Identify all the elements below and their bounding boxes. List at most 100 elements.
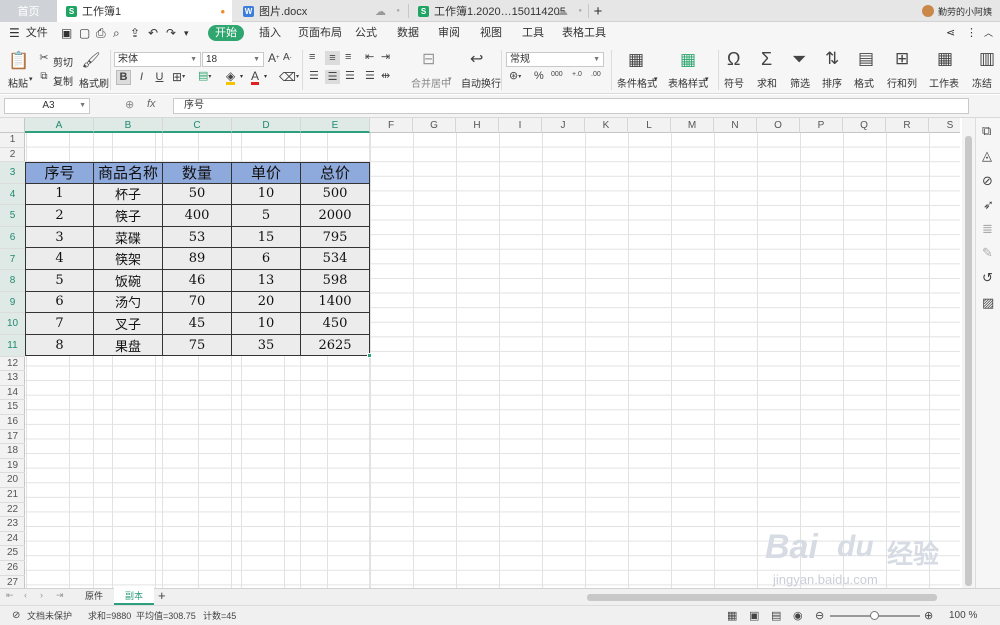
zoom-level[interactable]: 100 % [949,606,977,625]
decrease-decimal-button[interactable]: .00 [591,71,601,78]
row-header-26[interactable]: 26 [0,561,25,576]
format-icon[interactable]: ▤ [858,50,874,67]
freeze-label[interactable]: 冻结 [972,75,992,90]
cell-seq[interactable]: 5 [25,270,94,292]
cut-label[interactable]: 剪切 [53,54,73,69]
column-header-m[interactable]: M [671,118,714,133]
column-header-q[interactable]: Q [843,118,886,133]
thousands-button[interactable]: 000 [551,71,563,78]
cell-unit-price[interactable]: 6 [232,248,301,270]
row-header-13[interactable]: 13 [0,371,25,386]
collapse-ribbon-icon[interactable]: ︿ [984,22,993,44]
row-header-3[interactable]: 3 [0,162,25,184]
print-icon[interactable]: ⎙ [96,22,106,44]
sum-label[interactable]: 求和 [757,75,777,90]
paste-label[interactable]: 粘贴 [8,75,28,90]
first-sheet-icon[interactable]: ⇤ [6,591,14,600]
row-header-6[interactable]: 6 [0,227,25,249]
cell-quantity[interactable]: 89 [163,248,232,270]
indent-decrease-icon[interactable]: ⇤ [365,52,374,63]
name-box[interactable]: A3 ▼ [4,98,90,114]
tab-workbook1[interactable]: S 工作簿1 • [57,0,232,22]
cell-quantity[interactable]: 46 [163,270,232,292]
number-format-select[interactable]: 常规 ▼ [506,52,604,67]
justify-icon[interactable]: ☰ [365,71,375,82]
prev-sheet-icon[interactable]: ‹ [24,591,27,600]
row-header-9[interactable]: 9 [0,291,25,314]
align-bottom-icon[interactable]: ≡ [345,52,351,63]
font-size-select[interactable]: 18 ▼ [202,52,264,67]
cell-quantity[interactable]: 70 [163,291,232,314]
header-cell-unit-price[interactable]: 单价 [232,162,301,184]
open-icon[interactable]: ▢ [79,22,90,44]
row-header-16[interactable]: 16 [0,415,25,430]
cell-product-name[interactable]: 果盘 [94,334,163,357]
column-header-f[interactable]: F [370,118,413,133]
column-header-i[interactable]: I [499,118,542,133]
add-sheet-button[interactable]: + [158,589,166,602]
undo-icon[interactable]: ↶ [148,22,158,44]
select-cursor-icon[interactable]: ➶ [983,198,994,211]
conditional-format-label[interactable]: 条件格式 [617,75,657,90]
increase-font-icon[interactable]: A + [268,52,280,64]
column-header-b[interactable]: B [94,118,163,133]
row-header-12[interactable]: 12 [0,357,25,372]
dropdown-icon[interactable]: ▾ [705,75,709,83]
copy-label[interactable]: 复制 [53,73,73,88]
column-header-l[interactable]: L [628,118,671,133]
row-header-5[interactable]: 5 [0,205,25,227]
cell-quantity[interactable]: 50 [163,183,232,206]
conditional-format-icon[interactable]: ▦ [628,51,644,68]
cell-seq[interactable]: 8 [25,334,94,357]
cell-seq[interactable]: 2 [25,205,94,227]
sort-icon[interactable]: ⇅ [825,50,839,67]
cell-total[interactable]: 2625 [301,334,370,357]
decrease-font-icon[interactable]: A- [283,53,292,63]
column-header-n[interactable]: N [714,118,757,133]
next-sheet-icon[interactable]: › [40,591,43,600]
align-center-icon[interactable]: ☰ [325,70,340,84]
h-scroll-thumb[interactable] [587,594,937,601]
cell-total[interactable]: 534 [301,248,370,270]
row-header-21[interactable]: 21 [0,488,25,503]
borders-icon[interactable]: ⊞ ▾ [172,71,185,83]
picture-icon[interactable]: ▨ [982,296,994,309]
vertical-scrollbar[interactable] [962,118,975,588]
percent-button[interactable]: % [534,71,544,82]
cell-unit-price[interactable]: 13 [232,270,301,292]
scroll-thumb[interactable] [965,136,972,586]
menu-view[interactable]: 视图 [480,22,502,44]
cell-product-name[interactable]: 筷子 [94,205,163,227]
row-header-19[interactable]: 19 [0,459,25,474]
dropdown-icon[interactable]: ▾ [448,75,452,83]
cell-unit-price[interactable]: 5 [232,205,301,227]
column-header-r[interactable]: R [886,118,929,133]
row-header-11[interactable]: 11 [0,335,25,357]
zoom-slider-thumb[interactable] [870,611,879,620]
cell-seq[interactable]: 3 [25,226,94,249]
row-header-25[interactable]: 25 [0,546,25,561]
row-header-4[interactable]: 4 [0,183,25,206]
row-header-17[interactable]: 17 [0,430,25,445]
cell-product-name[interactable]: 筷架 [94,248,163,270]
shape-icon[interactable]: ⊘ [982,174,993,187]
tab-workbook-copy[interactable]: S 工作簿1.2020…150114205 ☁ ● [412,0,588,22]
tab-docx[interactable]: W 图片.docx ☁ ● [236,0,406,22]
align-left-icon[interactable]: ☰ [309,71,319,82]
tab-home[interactable]: 首页 [0,0,57,22]
row-header-22[interactable]: 22 [0,503,25,518]
row-header-23[interactable]: 23 [0,517,25,532]
column-header-c[interactable]: C [163,118,232,133]
dropdown-icon[interactable]: ▾ [240,73,243,80]
merge-center-icon[interactable]: ⊟ [422,52,435,68]
cell-seq[interactable]: 7 [25,313,94,335]
cell-unit-price[interactable]: 10 [232,313,301,335]
menu-data[interactable]: 数据 [397,22,419,44]
dropdown-icon[interactable]: ▾ [29,75,33,83]
zoom-out-icon[interactable]: ⊖ [815,606,824,625]
indent-increase-icon[interactable]: ⇥ [381,52,390,63]
cell-unit-price[interactable]: 20 [232,291,301,314]
freeze-icon[interactable]: ▥ [979,50,995,67]
underline-button[interactable]: U [153,71,166,84]
cell-seq[interactable]: 4 [25,248,94,270]
